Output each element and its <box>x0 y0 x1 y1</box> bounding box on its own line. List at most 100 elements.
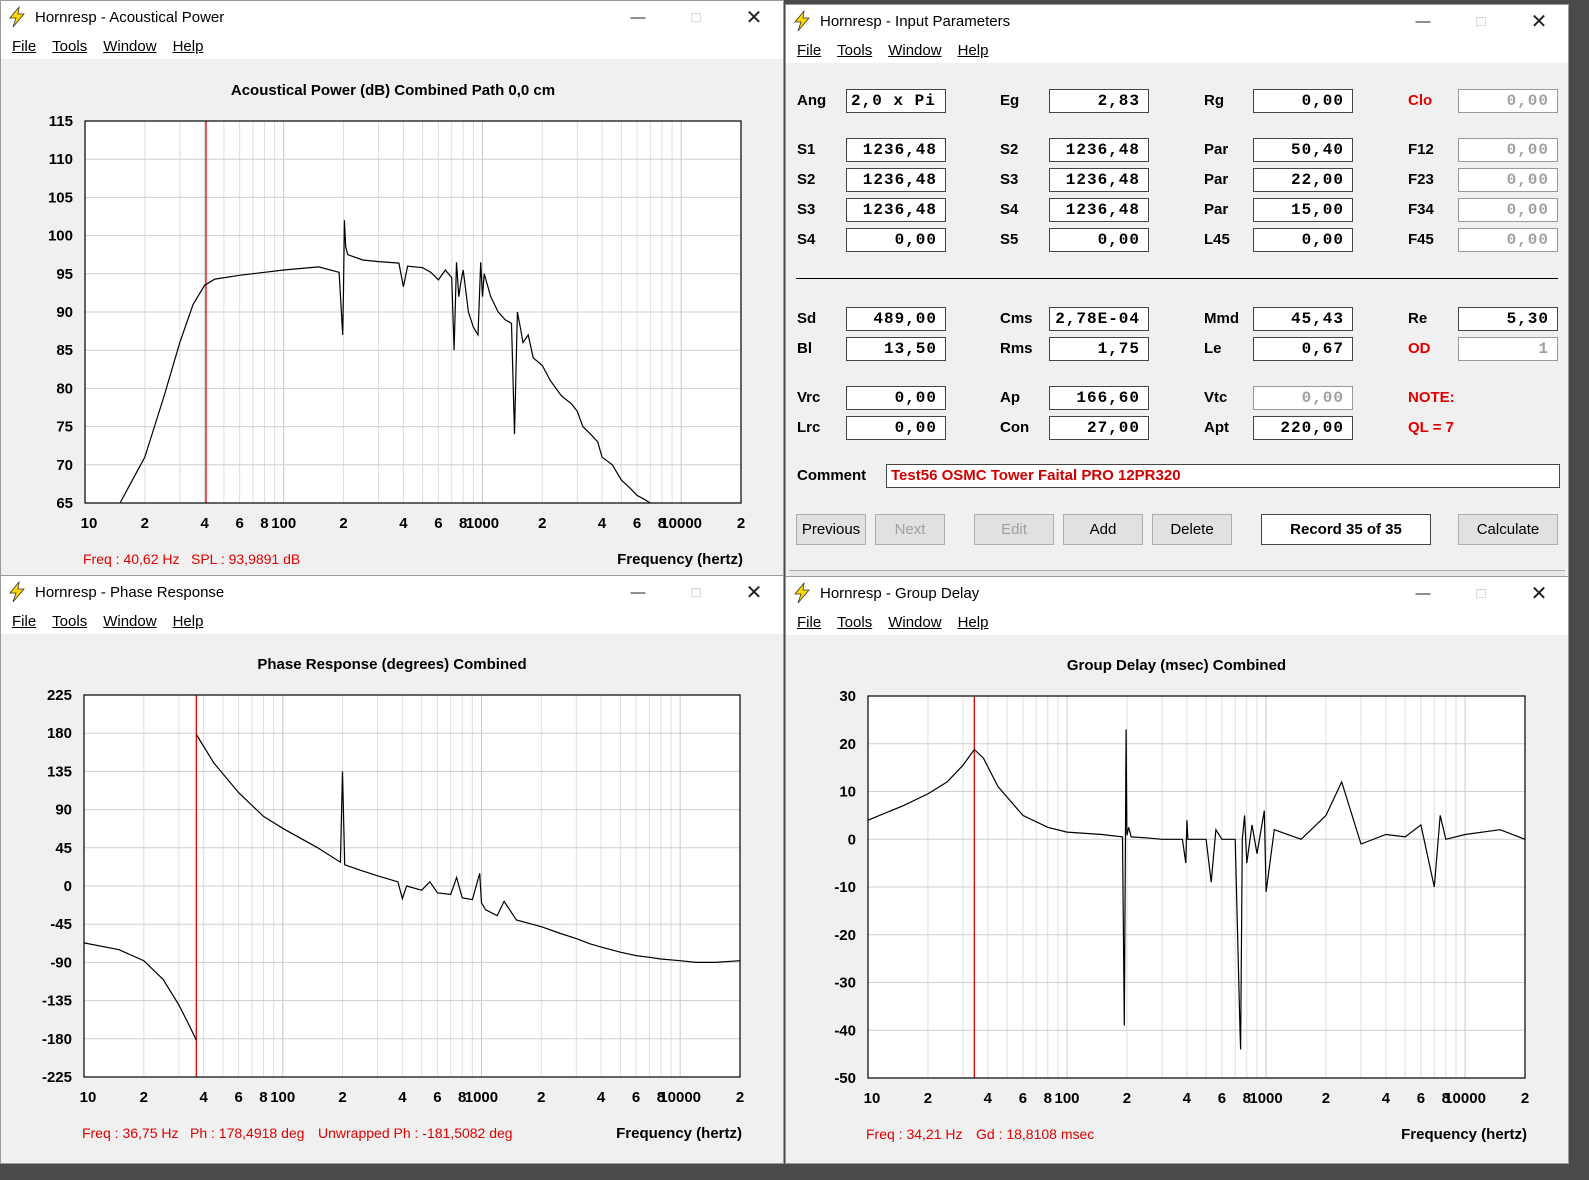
param-field[interactable]: 1236,48 <box>846 138 946 162</box>
param-field[interactable]: 5,30 <box>1458 307 1558 331</box>
param-field[interactable]: 0,00 <box>1458 198 1558 222</box>
param-field[interactable]: 2,0 x Pi <box>846 89 946 113</box>
param-field[interactable]: 45,43 <box>1253 307 1353 331</box>
status-readout: Freq : 36,75 Hz <box>82 1125 179 1141</box>
menu-window[interactable]: Window <box>880 614 949 631</box>
calculate-button[interactable]: Calculate <box>1458 514 1558 545</box>
param-field[interactable]: 27,00 <box>1049 416 1149 440</box>
param-label: F12 <box>1408 141 1434 158</box>
menu-window[interactable]: Window <box>95 613 164 630</box>
y-tick-label: 180 <box>47 725 72 742</box>
status-readout: Ph : 178,4918 deg <box>190 1125 304 1141</box>
maximize-icon[interactable]: □ <box>1452 5 1510 37</box>
param-label: Con <box>1000 419 1030 436</box>
menu-file[interactable]: File <box>789 42 829 59</box>
x-tick-label: 4 <box>199 1089 208 1106</box>
param-field[interactable]: 166,60 <box>1049 386 1149 410</box>
menu-tools[interactable]: Tools <box>44 613 95 630</box>
previous-button[interactable]: Previous <box>796 514 866 545</box>
menu-tools[interactable]: Tools <box>829 42 880 59</box>
maximize-icon[interactable]: □ <box>1452 577 1510 609</box>
edit-button[interactable]: Edit <box>974 514 1054 545</box>
param-field[interactable]: 1236,48 <box>1049 168 1149 192</box>
x-tick-label: 2 <box>1123 1090 1131 1107</box>
menu-help[interactable]: Help <box>950 614 997 631</box>
param-field[interactable]: 2,83 <box>1049 89 1149 113</box>
param-field[interactable]: 0,00 <box>1253 228 1353 252</box>
param-field[interactable]: 0,00 <box>1458 228 1558 252</box>
param-field[interactable]: 0,00 <box>1253 89 1353 113</box>
param-field[interactable]: 0,00 <box>1458 138 1558 162</box>
maximize-icon[interactable]: □ <box>667 576 725 608</box>
param-field[interactable]: 0,67 <box>1253 337 1353 361</box>
close-icon[interactable]: ✕ <box>1510 577 1568 609</box>
menu-help[interactable]: Help <box>165 38 212 55</box>
y-tick-label: 0 <box>848 831 856 848</box>
menu-tools[interactable]: Tools <box>44 38 95 55</box>
ap-titlebar[interactable]: Hornresp - Acoustical Power — □ ✕ <box>1 1 783 33</box>
x-tick-label: 100 <box>1055 1090 1080 1107</box>
ip-titlebar[interactable]: Hornresp - Input Parameters — □ ✕ <box>786 5 1568 37</box>
menu-help[interactable]: Help <box>950 42 997 59</box>
hornresp-lightning-icon <box>794 582 810 604</box>
x-tick-label: 4 <box>398 1089 407 1106</box>
param-label: OD <box>1408 340 1431 357</box>
y-tick-label: 30 <box>839 688 856 705</box>
param-field[interactable]: 0,00 <box>846 386 946 410</box>
menu-file[interactable]: File <box>4 38 44 55</box>
x-tick-label: 6 <box>1218 1090 1226 1107</box>
param-field[interactable]: 13,50 <box>846 337 946 361</box>
param-field[interactable]: 22,00 <box>1253 168 1353 192</box>
param-field[interactable]: 1 <box>1458 337 1558 361</box>
menu-window[interactable]: Window <box>95 38 164 55</box>
y-tick-label: 90 <box>56 304 73 321</box>
minimize-icon[interactable]: — <box>1394 577 1452 609</box>
param-field[interactable]: 2,78E-04 <box>1049 307 1149 331</box>
param-field[interactable]: 0,00 <box>1458 168 1558 192</box>
ip-window-title: Hornresp - Input Parameters <box>820 12 1011 30</box>
param-field[interactable]: 1236,48 <box>846 198 946 222</box>
param-field[interactable]: 0,00 <box>846 416 946 440</box>
menu-tools[interactable]: Tools <box>829 614 880 631</box>
maximize-icon[interactable]: □ <box>667 1 725 33</box>
param-field[interactable]: 15,00 <box>1253 198 1353 222</box>
close-icon[interactable]: ✕ <box>1510 5 1568 37</box>
minimize-icon[interactable]: — <box>609 1 667 33</box>
param-label: Rms <box>1000 340 1033 357</box>
close-icon[interactable]: ✕ <box>725 576 783 608</box>
menu-window[interactable]: Window <box>880 42 949 59</box>
param-field[interactable]: 0,00 <box>1458 89 1558 113</box>
param-field[interactable]: 489,00 <box>846 307 946 331</box>
minimize-icon[interactable]: — <box>609 576 667 608</box>
param-field[interactable]: 0,00 <box>846 228 946 252</box>
menu-file[interactable]: File <box>4 613 44 630</box>
x-tick-label: 8 <box>1044 1090 1052 1107</box>
next-button[interactable]: Next <box>875 514 945 545</box>
y-tick-label: 70 <box>56 457 73 474</box>
add-button[interactable]: Add <box>1063 514 1143 545</box>
acoustical-power-chart[interactable]: Acoustical Power (dB) Combined Path 0,0 … <box>1 59 784 577</box>
param-field[interactable]: 0,00 <box>1049 228 1149 252</box>
comment-field[interactable]: Test56 OSMC Tower Faital PRO 12PR320 <box>886 464 1560 488</box>
menu-help[interactable]: Help <box>165 613 212 630</box>
x-tick-label: 10000 <box>660 515 702 532</box>
minimize-icon[interactable]: — <box>1394 5 1452 37</box>
param-field[interactable]: 220,00 <box>1253 416 1353 440</box>
menu-file[interactable]: File <box>789 614 829 631</box>
param-field[interactable]: 1236,48 <box>1049 138 1149 162</box>
group-delay-chart[interactable]: Group Delay (msec) Combined3020100-10-20… <box>786 635 1569 1164</box>
y-tick-label: -90 <box>50 954 72 971</box>
param-field[interactable]: 1,75 <box>1049 337 1149 361</box>
param-label: Par <box>1204 201 1229 218</box>
gd-titlebar[interactable]: Hornresp - Group Delay — □ ✕ <box>786 577 1568 609</box>
close-icon[interactable]: ✕ <box>725 1 783 33</box>
phase-response-chart[interactable]: Phase Response (degrees) Combined 225 180 1… <box>1 634 784 1164</box>
ph-titlebar[interactable]: Hornresp - Phase Response — □ ✕ <box>1 576 783 608</box>
param-field[interactable]: 1236,48 <box>846 168 946 192</box>
param-field[interactable]: 50,40 <box>1253 138 1353 162</box>
y-tick-label: -20 <box>834 927 856 944</box>
param-field[interactable]: 0,00 <box>1253 386 1353 410</box>
x-tick-label: 4 <box>1183 1090 1192 1107</box>
param-field[interactable]: 1236,48 <box>1049 198 1149 222</box>
delete-button[interactable]: Delete <box>1152 514 1232 545</box>
